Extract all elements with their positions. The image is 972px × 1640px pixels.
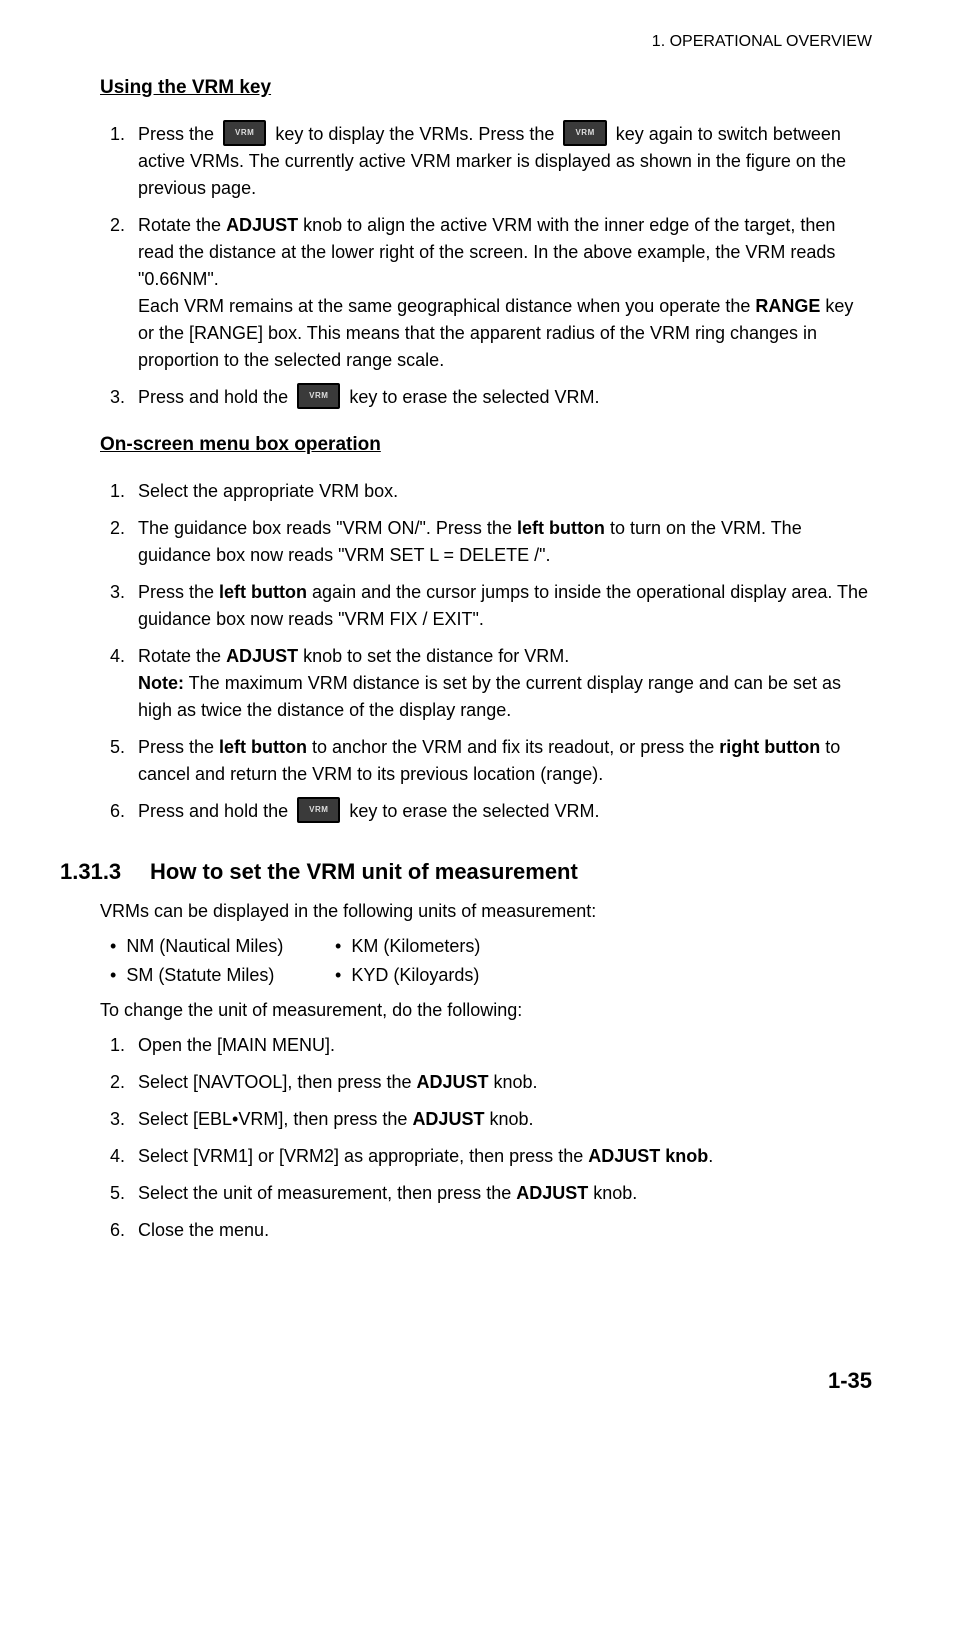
vrm-key-icon: VRM bbox=[297, 383, 340, 409]
list-item: Press and hold the VRM key to erase the … bbox=[130, 798, 872, 825]
bullet-item: • SM (Statute Miles) bbox=[110, 962, 330, 989]
text: KYD (Kiloyards) bbox=[351, 965, 479, 985]
bold-text: Note: bbox=[138, 673, 184, 693]
page-header: 1. OPERATIONAL OVERVIEW bbox=[60, 30, 872, 54]
list-item: Select [VRM1] or [VRM2] as appropriate, … bbox=[130, 1143, 872, 1170]
heading-using-vrm-key: Using the VRM key bbox=[100, 74, 872, 103]
text: KM (Kilometers) bbox=[351, 936, 480, 956]
page-number: 1-35 bbox=[60, 1364, 872, 1397]
text: knob. bbox=[488, 1072, 537, 1092]
text: Rotate the bbox=[138, 215, 226, 235]
section-title: How to set the VRM unit of measurement bbox=[150, 859, 578, 884]
bold-text: RANGE bbox=[755, 296, 820, 316]
bold-text: left button bbox=[219, 737, 307, 757]
bold-text: ADJUST bbox=[226, 646, 298, 666]
vrm-key-icon: VRM bbox=[297, 797, 340, 823]
list-item: Select [EBL•VRM], then press the ADJUST … bbox=[130, 1106, 872, 1133]
text: Select [EBL•VRM], then press the bbox=[138, 1109, 412, 1129]
list-onscreen-menu: Select the appropriate VRM box. The guid… bbox=[100, 478, 872, 825]
text: Rotate the bbox=[138, 646, 226, 666]
text: NM (Nautical Miles) bbox=[126, 936, 283, 956]
list-item: Close the menu. bbox=[130, 1217, 872, 1244]
list-change-unit: Open the [MAIN MENU]. Select [NAVTOOL], … bbox=[100, 1032, 872, 1244]
text: knob to set the distance for VRM. bbox=[298, 646, 569, 666]
list-item: Open the [MAIN MENU]. bbox=[130, 1032, 872, 1059]
section-number: 1.31.3 bbox=[60, 855, 150, 888]
vrm-key-icon: VRM bbox=[563, 120, 606, 146]
heading-vrm-unit: 1.31.3How to set the VRM unit of measure… bbox=[60, 855, 872, 888]
change-text: To change the unit of measurement, do th… bbox=[100, 997, 872, 1024]
vrm-key-icon: VRM bbox=[223, 120, 266, 146]
text: . bbox=[708, 1146, 713, 1166]
text: Select the unit of measurement, then pre… bbox=[138, 1183, 516, 1203]
bold-text: ADJUST bbox=[226, 215, 298, 235]
bold-text: ADJUST bbox=[416, 1072, 488, 1092]
text: knob. bbox=[484, 1109, 533, 1129]
text: The guidance box reads "VRM ON/". Press … bbox=[138, 518, 517, 538]
text: Select [VRM1] or [VRM2] as appropriate, … bbox=[138, 1146, 588, 1166]
text: key to display the VRMs. Press the bbox=[270, 124, 559, 144]
text: SM (Statute Miles) bbox=[126, 965, 274, 985]
list-item: Select the appropriate VRM box. bbox=[130, 478, 872, 505]
list-item: Press and hold the VRM key to erase the … bbox=[130, 384, 872, 411]
bullet-row: • SM (Statute Miles) • KYD (Kiloyards) bbox=[110, 962, 872, 989]
bold-text: left button bbox=[219, 582, 307, 602]
list-item: Press the VRM key to display the VRMs. P… bbox=[130, 121, 872, 202]
text: The maximum VRM distance is set by the c… bbox=[138, 673, 841, 720]
list-item: Rotate the ADJUST knob to align the acti… bbox=[130, 212, 872, 374]
text: knob. bbox=[588, 1183, 637, 1203]
bold-text: ADJUST bbox=[412, 1109, 484, 1129]
text: Press the bbox=[138, 124, 219, 144]
list-item: Press the left button to anchor the VRM … bbox=[130, 734, 872, 788]
text: key to erase the selected VRM. bbox=[344, 387, 599, 407]
text: Select [NAVTOOL], then press the bbox=[138, 1072, 416, 1092]
text: Press and hold the bbox=[138, 801, 293, 821]
list-item: Select the unit of measurement, then pre… bbox=[130, 1180, 872, 1207]
bold-text: left button bbox=[517, 518, 605, 538]
heading-onscreen-menu: On-screen menu box operation bbox=[100, 431, 872, 460]
text: Press the bbox=[138, 582, 219, 602]
bullet-item: • KYD (Kiloyards) bbox=[335, 962, 555, 989]
text: to anchor the VRM and fix its readout, o… bbox=[307, 737, 719, 757]
bold-text: ADJUST knob bbox=[588, 1146, 708, 1166]
text: Press and hold the bbox=[138, 387, 293, 407]
list-item: Press the left button again and the curs… bbox=[130, 579, 872, 633]
bullet-row: • NM (Nautical Miles) • KM (Kilometers) bbox=[110, 933, 872, 960]
text: key to erase the selected VRM. bbox=[344, 801, 599, 821]
list-item: The guidance box reads "VRM ON/". Press … bbox=[130, 515, 872, 569]
bold-text: right button bbox=[719, 737, 820, 757]
text: Press the bbox=[138, 737, 219, 757]
bullet-item: • NM (Nautical Miles) bbox=[110, 933, 330, 960]
bold-text: ADJUST bbox=[516, 1183, 588, 1203]
list-using-vrm-key: Press the VRM key to display the VRMs. P… bbox=[100, 121, 872, 412]
list-item: Select [NAVTOOL], then press the ADJUST … bbox=[130, 1069, 872, 1096]
text: Each VRM remains at the same geographica… bbox=[138, 296, 755, 316]
bullet-item: • KM (Kilometers) bbox=[335, 933, 555, 960]
list-item: Rotate the ADJUST knob to set the distan… bbox=[130, 643, 872, 724]
intro-text: VRMs can be displayed in the following u… bbox=[100, 898, 872, 925]
